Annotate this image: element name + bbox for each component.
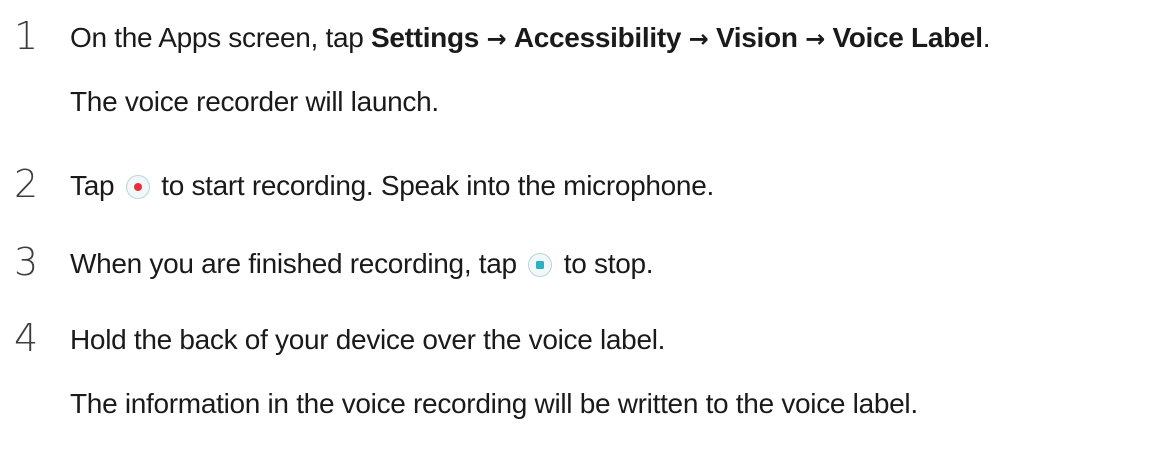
stop-button-icon bbox=[528, 253, 553, 277]
instruction-before: When you are finished recording, tap bbox=[70, 248, 517, 279]
arrow-icon: → bbox=[688, 25, 709, 53]
step-2-instruction: Tap to start recording. Speak into the m… bbox=[70, 168, 714, 204]
step-4-note: The information in the voice recording w… bbox=[70, 388, 918, 419]
menu-vision: Vision bbox=[715, 22, 798, 53]
step-1-note: The voice recorder will launch. bbox=[70, 86, 439, 117]
instruction-before: Tap bbox=[70, 170, 115, 201]
step-number: 4 bbox=[14, 316, 39, 360]
step-3-instruction: When you are finished recording, tap to … bbox=[70, 246, 654, 282]
menu-accessibility: Accessibility bbox=[513, 22, 682, 53]
record-button-icon bbox=[125, 175, 150, 199]
step-number: 1 bbox=[14, 14, 39, 58]
step-4-instruction: Hold the back of your device over the vo… bbox=[70, 324, 666, 355]
instruction-after: to stop. bbox=[563, 248, 654, 279]
arrow-icon: → bbox=[486, 25, 507, 53]
instruction-end: . bbox=[982, 22, 991, 53]
step-1-instruction: On the Apps screen, tap Settings → Acces… bbox=[70, 20, 990, 57]
step-number: 2 bbox=[14, 162, 39, 206]
step-number: 3 bbox=[14, 240, 39, 284]
menu-settings: Settings bbox=[371, 22, 480, 53]
instruction-prefix: On the Apps screen, tap bbox=[70, 22, 371, 53]
instruction-after: to start recording. Speak into the micro… bbox=[161, 170, 714, 201]
arrow-icon: → bbox=[805, 25, 825, 53]
menu-voice-label: Voice Label bbox=[832, 22, 983, 53]
